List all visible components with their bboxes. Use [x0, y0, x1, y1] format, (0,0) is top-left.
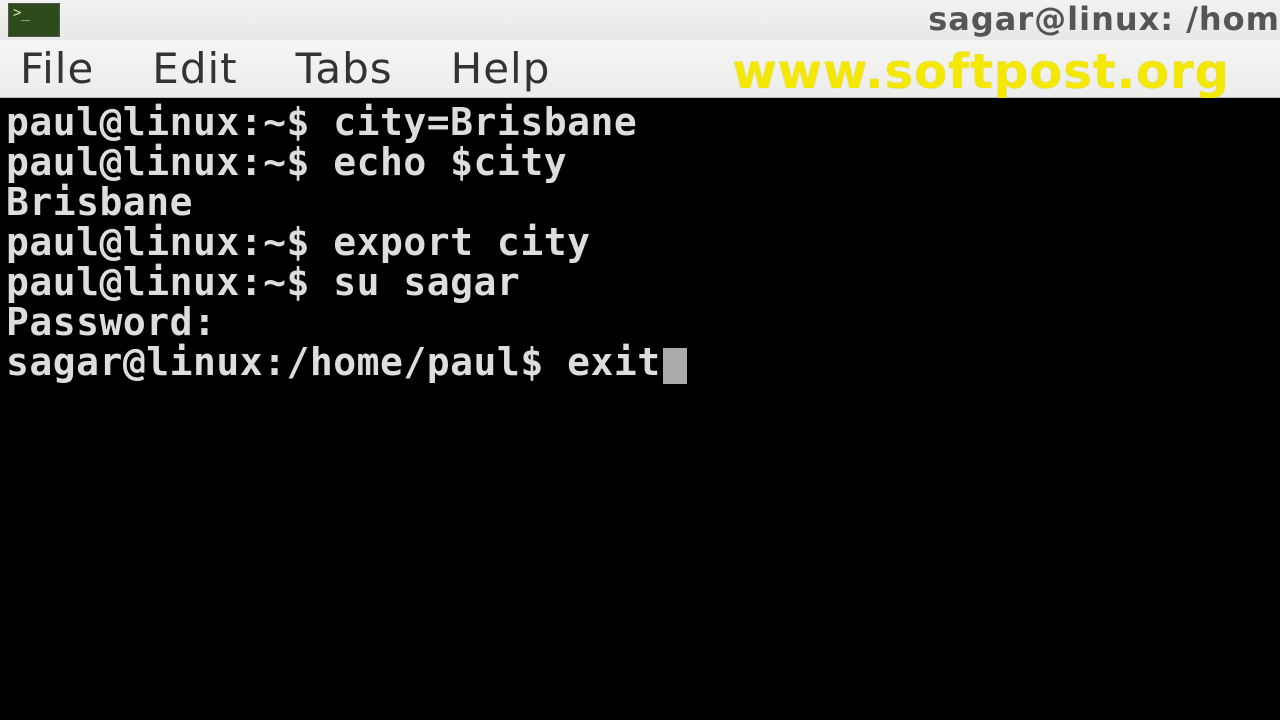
terminal-line: paul@linux:~$ export city [6, 222, 1274, 262]
terminal-icon-glyph: >_ [13, 6, 30, 20]
window-titlebar: >_ sagar@linux: /hom [0, 0, 1280, 40]
menu-bar: File Edit Tabs Help www.softpost.org [0, 40, 1280, 98]
terminal-line: Brisbane [6, 182, 1274, 222]
terminal-line: paul@linux:~$ city=Brisbane [6, 102, 1274, 142]
menu-edit[interactable]: Edit [152, 44, 237, 93]
terminal-line: Password: [6, 302, 1274, 342]
window-title: sagar@linux: /hom [928, 0, 1280, 38]
terminal-cursor [663, 348, 687, 384]
menu-file[interactable]: File [20, 44, 94, 93]
terminal-line: paul@linux:~$ echo $city [6, 142, 1274, 182]
terminal-line: sagar@linux:/home/paul$ exit [6, 342, 1274, 384]
watermark-text: www.softpost.org [732, 44, 1230, 100]
terminal-line: paul@linux:~$ su sagar [6, 262, 1274, 302]
menu-tabs[interactable]: Tabs [296, 44, 393, 93]
menu-help[interactable]: Help [451, 44, 551, 93]
terminal-app-icon: >_ [8, 3, 60, 37]
terminal-output[interactable]: paul@linux:~$ city=Brisbanepaul@linux:~$… [0, 98, 1280, 720]
